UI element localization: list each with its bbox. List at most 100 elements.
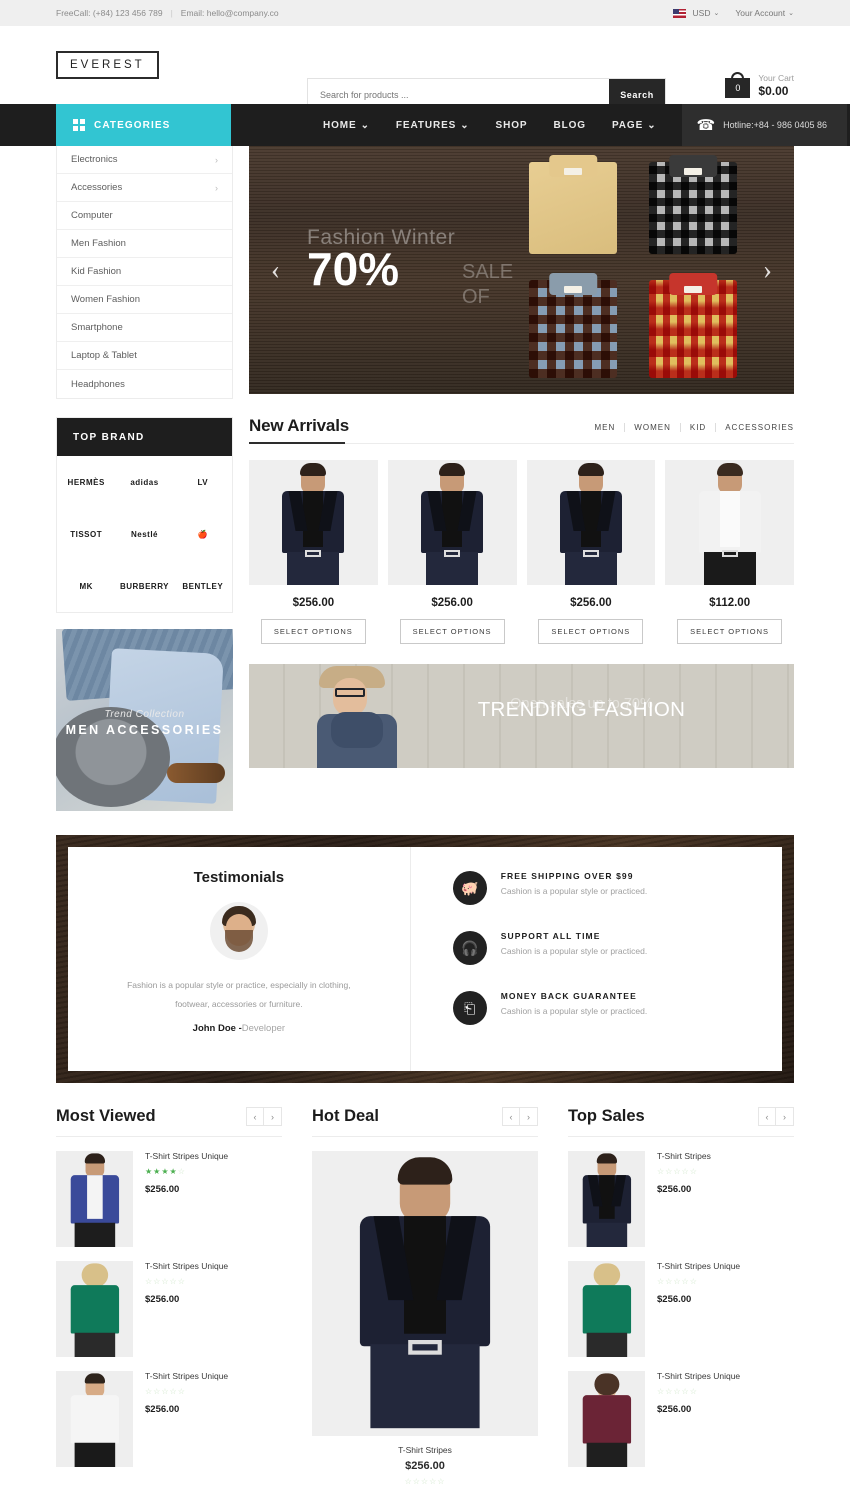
hero-sale-line1: SALE (462, 261, 514, 283)
author-name: John Doe - (192, 1023, 242, 1035)
cart-count: 0 (725, 78, 751, 98)
sidebar-item-headphones[interactable]: Headphones (57, 370, 232, 398)
list-item[interactable]: T-Shirt Stripes ☆☆☆☆☆ $256.00 (568, 1137, 794, 1247)
brand-logo-apple[interactable]: 🍎 (174, 508, 232, 560)
select-options-button[interactable]: SELECT OPTIONS (677, 619, 783, 644)
tab-accessories[interactable]: ACCESSORIES (716, 423, 794, 432)
main-layout: Electronics › Accessories › Computer Men F… (0, 146, 850, 811)
main-navbar: CATEGORIES HOME ⌄ FEATURES ⌄ SHOP BLOG P… (0, 104, 850, 146)
tab-kid[interactable]: KID (681, 423, 717, 432)
tab-men[interactable]: MEN (586, 423, 626, 432)
hotline-block[interactable]: ☎ Hotline:+84 - 986 0405 86 (682, 104, 847, 146)
brand-label: Nestlé (130, 529, 158, 539)
brand-logo-nestle[interactable]: Nestlé (115, 508, 173, 560)
select-options-button[interactable]: SELECT OPTIONS (399, 619, 505, 644)
sidebar-item-men-fashion[interactable]: Men Fashion (57, 230, 232, 258)
select-options-button[interactable]: SELECT OPTIONS (538, 619, 644, 644)
sidebar-item-women-fashion[interactable]: Women Fashion (57, 286, 232, 314)
cart-widget[interactable]: 0 Your Cart $0.00 (725, 72, 794, 98)
site-logo[interactable]: EVEREST (56, 51, 159, 79)
brand-logo-adidas[interactable]: adidas (115, 456, 173, 508)
product-card[interactable]: $256.00 SELECT OPTIONS (249, 460, 378, 644)
hero-next-arrow[interactable]: › (763, 255, 772, 286)
feature-row: 🎧 SUPPORT ALL TIME Cashion is a popular … (452, 931, 782, 965)
hero-shirt-check-brown (529, 273, 617, 378)
brand-logo-hermes[interactable]: HERMÈS (57, 456, 115, 508)
nav-item-shop[interactable]: SHOP (496, 120, 528, 131)
product-card[interactable]: $112.00 SELECT OPTIONS (665, 460, 794, 644)
nav-item-page[interactable]: PAGE ⌄ (612, 120, 656, 131)
list-item-info: T-Shirt Stripes Unique ☆☆☆☆☆ $256.00 (145, 1371, 228, 1415)
nav-item-blog[interactable]: BLOG (553, 120, 586, 131)
band-inner: Testimonials Fashion is a popular style … (68, 847, 782, 1071)
carousel-next[interactable]: › (264, 1108, 281, 1125)
phone-icon: ☎ (696, 116, 716, 134)
sidebar-item-accessories[interactable]: Accessories › (57, 174, 232, 202)
page-root: FreeCall: (+84) 123 456 789 | Email: hel… (0, 0, 850, 1486)
brand-logo-bentley[interactable]: BENTLEY (174, 560, 232, 612)
section-title: Top Sales (568, 1107, 645, 1125)
trending-fashion-banner[interactable]: Open sales up to 70% TRENDING FASHION (249, 664, 794, 768)
carousel-prev[interactable]: ‹ (503, 1108, 520, 1125)
new-arrivals-tabs: MEN WOMEN KID ACCESSORIES (586, 423, 794, 436)
utility-topbar: FreeCall: (+84) 123 456 789 | Email: hel… (0, 0, 850, 26)
freecall-text: FreeCall: (+84) 123 456 789 (56, 8, 163, 18)
men-accessories-banner[interactable]: Trend Collection MEN ACCESSORIES (56, 629, 233, 811)
product-price: $256.00 (657, 1404, 692, 1415)
carousel-nav: ‹ › (246, 1107, 282, 1126)
sidebar-item-smartphone[interactable]: Smartphone (57, 314, 232, 342)
brand-logo-burberry[interactable]: BURBERRY (115, 560, 173, 612)
list-item[interactable]: T-Shirt Stripes Unique ☆☆☆☆☆ $256.00 (568, 1247, 794, 1357)
select-options-button[interactable]: SELECT OPTIONS (260, 619, 366, 644)
nav-item-shop-label: SHOP (495, 119, 528, 131)
hero-prev-arrow[interactable]: ‹ (271, 255, 280, 286)
account-menu[interactable]: Your Account ⌄ (735, 8, 794, 18)
product-name: T-Shirt Stripes Unique (657, 1261, 741, 1271)
sidebar-item-computer[interactable]: Computer (57, 202, 232, 230)
list-item[interactable]: T-Shirt Stripes Unique ★★★★☆ $256.00 (56, 1137, 282, 1247)
sidebar-item-kid-fashion[interactable]: Kid Fashion (57, 258, 232, 286)
sidebar-item-laptop-tablet[interactable]: Laptop & Tablet (57, 342, 232, 370)
carousel-prev[interactable]: ‹ (247, 1108, 264, 1125)
hero-text: Fashion Winter 70% SALE OF (307, 226, 513, 308)
list-item[interactable]: T-Shirt Stripes Unique ☆☆☆☆☆ $256.00 (568, 1357, 794, 1467)
currency-selector[interactable]: USD ⌄ (672, 8, 719, 18)
brand-logo-michael-kors[interactable]: MK (57, 560, 115, 612)
feature-desc: Cashion is a popular style or practiced. (500, 946, 648, 956)
nav-item-features[interactable]: FEATURES ⌄ (396, 120, 470, 131)
nav-item-home[interactable]: HOME ⌄ (323, 120, 370, 131)
brand-label: 🍎 (197, 529, 209, 539)
sidebar-item-electronics[interactable]: Electronics › (57, 146, 232, 174)
brand-logo-louis-vuitton[interactable]: LV (174, 456, 232, 508)
brand-logo-tissot[interactable]: TISSOT (57, 508, 115, 560)
shirt-tag (564, 286, 582, 293)
categories-button[interactable]: CATEGORIES (56, 104, 231, 146)
product-image (665, 460, 794, 585)
shirt-tag (684, 168, 702, 175)
email-text: Email: hello@company.co (180, 8, 279, 18)
hot-deal-image[interactable] (312, 1151, 538, 1436)
list-item[interactable]: T-Shirt Stripes Unique ☆☆☆☆☆ $256.00 (56, 1247, 282, 1357)
carousel-prev[interactable]: ‹ (759, 1108, 776, 1125)
product-card[interactable]: $256.00 SELECT OPTIONS (387, 460, 517, 644)
topbar-right: USD ⌄ Your Account ⌄ (672, 8, 794, 18)
model-figure (249, 460, 378, 585)
hero-headline: 70% (307, 243, 400, 295)
tab-women[interactable]: WOMEN (625, 423, 681, 432)
product-card[interactable]: $256.00 SELECT OPTIONS (526, 460, 656, 644)
product-price: $256.00 (145, 1184, 180, 1195)
sidebar-item-label: Accessories (71, 182, 123, 193)
sunglasses-image (167, 763, 225, 783)
avatar (209, 902, 268, 960)
nav-item-features-label: FEATURES (395, 119, 457, 131)
list-item-info: T-Shirt Stripes Unique ☆☆☆☆☆ $256.00 (657, 1371, 740, 1415)
product-price: $256.00 (145, 1294, 180, 1305)
carousel-next[interactable]: › (520, 1108, 537, 1125)
chevron-right-icon: › (215, 182, 218, 193)
shopping-bag-icon: 0 (725, 72, 751, 98)
carousel-next[interactable]: › (776, 1108, 793, 1125)
shirt-tag (564, 168, 582, 175)
list-item[interactable]: T-Shirt Stripes Unique ☆☆☆☆☆ $256.00 (56, 1357, 282, 1467)
hero-slider[interactable]: Fashion Winter 70% SALE OF ‹ › (249, 146, 794, 394)
quote-line-2: footwear, accessories or furniture. (175, 998, 303, 1009)
